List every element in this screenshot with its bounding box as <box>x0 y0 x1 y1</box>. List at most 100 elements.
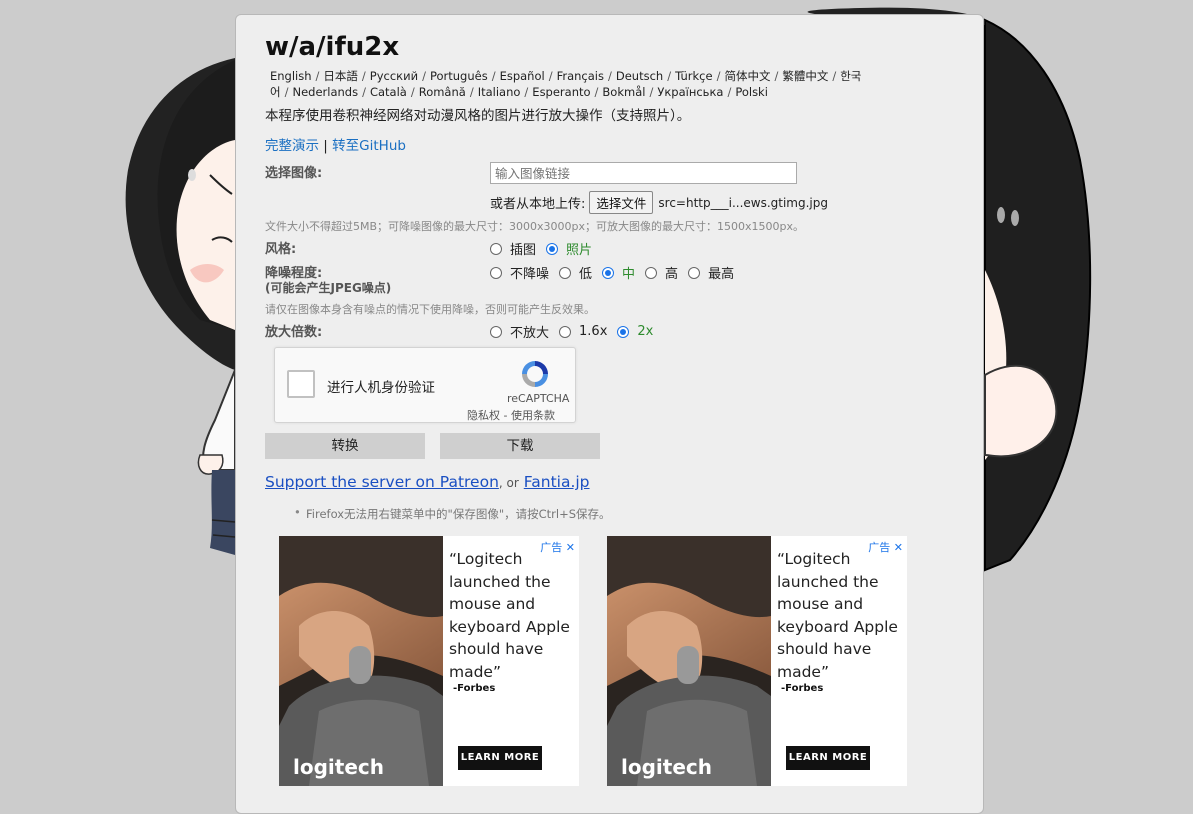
noise-option-high[interactable]: 高 <box>645 263 678 282</box>
patreon-link[interactable]: Support the server on Patreon <box>265 473 499 491</box>
recaptcha-terms-link[interactable]: 隐私权 - 使用条款 <box>467 407 555 423</box>
demo-link[interactable]: 完整演示 <box>265 138 319 154</box>
language-separator: / <box>524 85 529 99</box>
language-link[interactable]: 繁體中文 <box>782 69 828 83</box>
language-link[interactable]: Українська <box>657 85 723 99</box>
file-size-note: 文件大小不得超过5MB；可降噪图像的最大尺寸：3000x3000px；可放大图像… <box>265 220 805 233</box>
support-line: Support the server on Patreon, or Fantia… <box>265 473 590 491</box>
ad-quote-source: -Forbes <box>781 683 824 694</box>
ad-brand-text: logitech <box>293 755 384 779</box>
recaptcha-label: 进行人机身份验证 <box>327 380 435 396</box>
language-separator: / <box>362 85 366 99</box>
language-link[interactable]: Nederlands <box>292 85 358 99</box>
header-links: 完整演示 | 转至GitHub <box>265 134 406 154</box>
language-separator: / <box>422 69 426 83</box>
language-link[interactable]: English <box>270 69 312 83</box>
language-link[interactable]: Português <box>430 69 488 83</box>
language-link[interactable]: Русский <box>370 69 418 83</box>
language-separator: / <box>410 85 415 99</box>
language-link[interactable]: Italiano <box>478 85 521 99</box>
scale-radio-none[interactable] <box>490 325 502 338</box>
download-button[interactable]: 下载 <box>440 433 600 459</box>
style-option-illustration[interactable]: 插图 <box>490 239 536 258</box>
language-link[interactable]: 简体中文 <box>724 69 770 83</box>
scale-option-1-6x[interactable]: 1.6x <box>559 324 607 339</box>
noise-options: 不降噪 低 中 高 最高 <box>490 263 744 282</box>
recaptcha-brand: reCAPTCHA <box>507 392 570 405</box>
noise-radio-high[interactable] <box>645 266 658 279</box>
noise-radio-medium[interactable] <box>602 266 615 279</box>
ad-quote-source: -Forbes <box>453 683 496 694</box>
style-options: 插图 照片 <box>490 239 602 258</box>
style-radio-photo[interactable] <box>546 242 559 255</box>
noise-note: 请仅在图像本身含有噪点的情况下使用降噪，否则可能产生反效果。 <box>265 303 595 316</box>
language-link[interactable]: Deutsch <box>616 69 663 83</box>
language-separator: / <box>774 69 779 83</box>
github-link[interactable]: 转至GitHub <box>332 138 406 154</box>
style-option-photo[interactable]: 照片 <box>546 239 592 258</box>
recaptcha-logo-icon <box>522 361 548 387</box>
main-panel: w/a/ifu2x English / 日本語 / Русский / Português /… <box>235 14 984 814</box>
noise-option-medium[interactable]: 中 <box>602 263 635 282</box>
support-or: , or <box>498 476 519 490</box>
language-link[interactable]: 日本語 <box>323 69 358 83</box>
noise-option-highest[interactable]: 最高 <box>688 263 734 282</box>
language-separator: / <box>284 85 289 99</box>
language-link[interactable]: Español <box>500 69 545 83</box>
image-label: 选择图像: <box>265 166 323 181</box>
scale-radio-2x[interactable] <box>617 325 630 338</box>
ad-banner-2[interactable]: logitech 广告 ✕ “Logitech launched the mou… <box>607 536 907 786</box>
language-separator: / <box>361 69 366 83</box>
language-link[interactable]: Română <box>419 85 466 99</box>
ad-learn-more-button[interactable]: LEARN MORE <box>786 746 870 770</box>
app-description: 本程序使用卷积神经网络对动漫风格的图片进行放大操作（支持照片）。 <box>265 108 691 124</box>
scale-option-none[interactable]: 不放大 <box>490 322 549 341</box>
language-separator: / <box>832 69 837 83</box>
noise-radio-highest[interactable] <box>688 266 701 279</box>
noise-sublabel: (可能会产生JPEG噪点) <box>265 281 392 295</box>
firefox-save-tip: Firefox无法用右键菜单中的"保存图像"，请按Ctrl+S保存。 <box>294 505 611 522</box>
selected-file-name: src=http___i...ews.gtimg.jpg <box>658 195 828 210</box>
ad-learn-more-button[interactable]: LEARN MORE <box>458 746 542 770</box>
language-link[interactable]: Türkçe <box>675 69 713 83</box>
language-separator: / <box>716 69 721 83</box>
ad-quote: “Logitech launched the mouse and keyboar… <box>449 550 570 681</box>
language-separator: / <box>649 85 654 99</box>
noise-option-low[interactable]: 低 <box>559 263 592 282</box>
link-separator: | <box>323 138 328 154</box>
language-link[interactable]: Esperanto <box>532 85 590 99</box>
language-link[interactable]: Català <box>370 85 407 99</box>
ad-mouse-photo: logitech <box>607 536 771 786</box>
upload-label: 或者从本地上传: <box>490 197 586 212</box>
choose-file-button[interactable]: 选择文件 <box>589 191 654 214</box>
convert-button[interactable]: 转换 <box>265 433 425 459</box>
noise-option-none[interactable]: 不降噪 <box>490 263 549 282</box>
style-radio-illustration[interactable] <box>490 242 502 255</box>
language-bar: English / 日本語 / Русский / Português / Español / Fr… <box>270 68 960 100</box>
ad-mouse-photo: logitech <box>279 536 443 786</box>
language-separator: / <box>315 69 320 83</box>
language-link[interactable]: Bokmål <box>602 85 645 99</box>
language-separator: / <box>548 69 553 83</box>
language-separator: / <box>469 85 474 99</box>
ad-quote: “Logitech launched the mouse and keyboar… <box>777 550 898 681</box>
noise-radio-low[interactable] <box>559 266 572 279</box>
language-link[interactable]: Polski <box>735 85 768 99</box>
scale-options: 不放大 1.6x 2x <box>490 322 663 341</box>
logo-text: w/a/ifu2x <box>265 32 399 62</box>
ad-brand-text: logitech <box>621 755 712 779</box>
scale-radio-1-6x[interactable] <box>559 325 572 338</box>
recaptcha-widget: 进行人机身份验证 reCAPTCHA 隐私权 - 使用条款 <box>274 347 576 423</box>
language-separator: / <box>491 69 496 83</box>
language-link[interactable]: Français <box>557 69 604 83</box>
ad-banner-1[interactable]: logitech 广告 ✕ “Logitech launched the mou… <box>279 536 579 786</box>
noise-radio-none[interactable] <box>490 266 502 279</box>
fantia-link[interactable]: Fantia.jp <box>524 473 590 491</box>
scale-option-2x[interactable]: 2x <box>617 324 653 339</box>
image-url-input[interactable] <box>490 162 797 184</box>
language-separator: / <box>667 69 672 83</box>
waifu2x-logo: w/a/ifu2x <box>265 32 399 62</box>
recaptcha-checkbox[interactable] <box>287 370 315 398</box>
scale-label: 放大倍数: <box>265 325 323 340</box>
language-separator: / <box>607 69 612 83</box>
